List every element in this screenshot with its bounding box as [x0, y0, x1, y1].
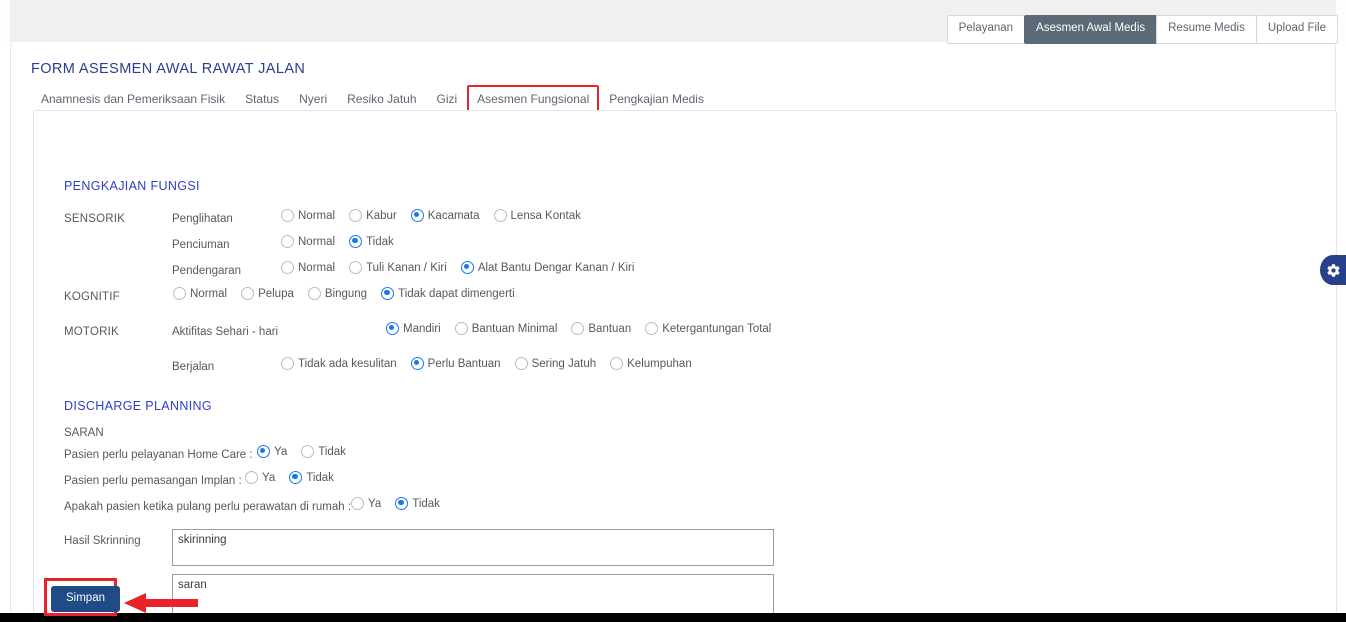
radio-dot-icon [351, 497, 364, 510]
radio-kognitif-normal[interactable]: Normal [173, 287, 227, 300]
top-strip-left-edge [0, 0, 10, 42]
radio-dot-icon [241, 287, 254, 300]
radio-aktifitas-ketergantungan-total[interactable]: Ketergantungan Total [645, 322, 771, 335]
radio-group-aktifitas-sehari-hari: Mandiri Bantuan Minimal Bantuan Ketergan… [386, 322, 771, 335]
category-label-motorik: MOTORIK [64, 326, 119, 338]
form-card: FORM ASESMEN AWAL RAWAT JALAN Anamnesis … [10, 42, 1336, 614]
section-heading-discharge-planning: DISCHARGE PLANNING [64, 399, 212, 413]
module-tab-asesmen-awal-medis[interactable]: Asesmen Awal Medis [1024, 15, 1157, 44]
radio-perawatan-tidak[interactable]: Tidak [395, 497, 440, 510]
radio-penglihatan-lensa-kontak[interactable]: Lensa Kontak [494, 209, 581, 222]
radio-dot-icon [610, 357, 623, 370]
module-tab-bar: Pelayanan Asesmen Awal Medis Resume Medi… [948, 15, 1338, 44]
radio-perawatan-ya[interactable]: Ya [351, 497, 381, 510]
radio-dot-icon [281, 261, 294, 274]
radio-dot-icon [245, 471, 258, 484]
radio-dot-icon [349, 261, 362, 274]
radio-home-care-tidak[interactable]: Tidak [301, 445, 346, 458]
radio-aktifitas-bantuan[interactable]: Bantuan [571, 322, 631, 335]
page-title: FORM ASESMEN AWAL RAWAT JALAN [31, 61, 305, 77]
radio-pendengaran-tuli[interactable]: Tuli Kanan / Kiri [349, 261, 447, 274]
radio-berjalan-perlu-bantuan[interactable]: Perlu Bantuan [411, 357, 501, 370]
radio-implan-ya[interactable]: Ya [245, 471, 275, 484]
module-tab-resume-medis[interactable]: Resume Medis [1156, 15, 1257, 44]
radio-kognitif-pelupa[interactable]: Pelupa [241, 287, 294, 300]
radio-dot-icon [281, 235, 294, 248]
question-label-home-care: Pasien perlu pelayanan Home Care : [64, 449, 253, 461]
category-label-kognitif: KOGNITIF [64, 291, 120, 303]
radio-dot-icon [645, 322, 658, 335]
radio-penglihatan-kabur[interactable]: Kabur [349, 209, 397, 222]
bottom-edge-strip [0, 613, 1346, 622]
radio-group-penglihatan: Normal Kabur Kacamata Lensa Kontak [281, 209, 581, 222]
module-tab-pelayanan[interactable]: Pelayanan [947, 15, 1025, 44]
category-label-sensorik: SENSORIK [64, 213, 125, 225]
question-label-implan: Pasien perlu pemasangan Implan : [64, 475, 242, 487]
radio-berjalan-kelumpuhan[interactable]: Kelumpuhan [610, 357, 692, 370]
section-heading-pengkajian-fungsi: PENGKAJIAN FUNGSI [64, 179, 200, 193]
radio-dot-icon [173, 287, 186, 300]
radio-dot-icon [494, 209, 507, 222]
radio-group-home-care: Ya Tidak [257, 445, 346, 458]
radio-dot-icon [281, 357, 294, 370]
radio-dot-icon [395, 497, 408, 510]
radio-dot-icon [257, 445, 270, 458]
saran-textarea[interactable] [172, 574, 774, 613]
radio-dot-icon [515, 357, 528, 370]
radio-pendengaran-normal[interactable]: Normal [281, 261, 335, 274]
radio-dot-icon [308, 287, 321, 300]
gear-icon [1326, 263, 1341, 278]
radio-penglihatan-normal[interactable]: Normal [281, 209, 335, 222]
radio-group-perawatan-di-rumah: Ya Tidak [351, 497, 440, 510]
radio-home-care-ya[interactable]: Ya [257, 445, 287, 458]
field-label-penciuman: Penciuman [172, 239, 230, 251]
field-label-penglihatan: Penglihatan [172, 213, 233, 225]
radio-dot-icon [411, 209, 424, 222]
radio-group-implan: Ya Tidak [245, 471, 334, 484]
radio-dot-icon [349, 235, 362, 248]
radio-dot-icon [349, 209, 362, 222]
question-label-perawatan-di-rumah: Apakah pasien ketika pulang perlu perawa… [64, 501, 351, 513]
radio-group-kognitif: Normal Pelupa Bingung Tidak dapat dimeng… [173, 287, 515, 300]
field-label-berjalan: Berjalan [172, 361, 214, 373]
radio-group-penciuman: Normal Tidak [281, 235, 394, 248]
field-label-pendengaran: Pendengaran [172, 265, 241, 277]
field-label-hasil-skrinning: Hasil Skrinning [64, 535, 141, 547]
radio-dot-icon [411, 357, 424, 370]
module-tab-upload-file[interactable]: Upload File [1256, 15, 1338, 44]
subsection-label-saran: SARAN [64, 427, 104, 439]
hasil-skrinning-textarea[interactable] [172, 529, 774, 566]
radio-aktifitas-bantuan-minimal[interactable]: Bantuan Minimal [455, 322, 558, 335]
radio-dot-icon [381, 287, 394, 300]
simpan-button[interactable]: Simpan [51, 586, 120, 612]
radio-group-pendengaran: Normal Tuli Kanan / Kiri Alat Bantu Deng… [281, 261, 634, 274]
radio-implan-tidak[interactable]: Tidak [289, 471, 334, 484]
radio-berjalan-sering-jatuh[interactable]: Sering Jatuh [515, 357, 597, 370]
radio-dot-icon [281, 209, 294, 222]
assessment-panel: PENGKAJIAN FUNGSI SENSORIK Penglihatan N… [33, 110, 1337, 613]
radio-dot-icon [571, 322, 584, 335]
red-arrow-annotation [124, 592, 198, 614]
radio-group-berjalan: Tidak ada kesulitan Perlu Bantuan Sering… [281, 357, 692, 370]
radio-dot-icon [386, 322, 399, 335]
settings-fab-button[interactable] [1320, 255, 1346, 285]
radio-penciuman-normal[interactable]: Normal [281, 235, 335, 248]
radio-penglihatan-kacamata[interactable]: Kacamata [411, 209, 480, 222]
radio-aktifitas-mandiri[interactable]: Mandiri [386, 322, 441, 335]
radio-pendengaran-alat-bantu[interactable]: Alat Bantu Dengar Kanan / Kiri [461, 261, 635, 274]
radio-dot-icon [301, 445, 314, 458]
radio-dot-icon [289, 471, 302, 484]
radio-penciuman-tidak[interactable]: Tidak [349, 235, 394, 248]
radio-berjalan-tidak-ada-kesulitan[interactable]: Tidak ada kesulitan [281, 357, 397, 370]
radio-dot-icon [455, 322, 468, 335]
radio-kognitif-tidak-dapat-dimengerti[interactable]: Tidak dapat dimengerti [381, 287, 515, 300]
field-label-aktifitas-sehari-hari: Aktifitas Sehari - hari [172, 326, 278, 338]
radio-dot-icon [461, 261, 474, 274]
radio-kognitif-bingung[interactable]: Bingung [308, 287, 367, 300]
